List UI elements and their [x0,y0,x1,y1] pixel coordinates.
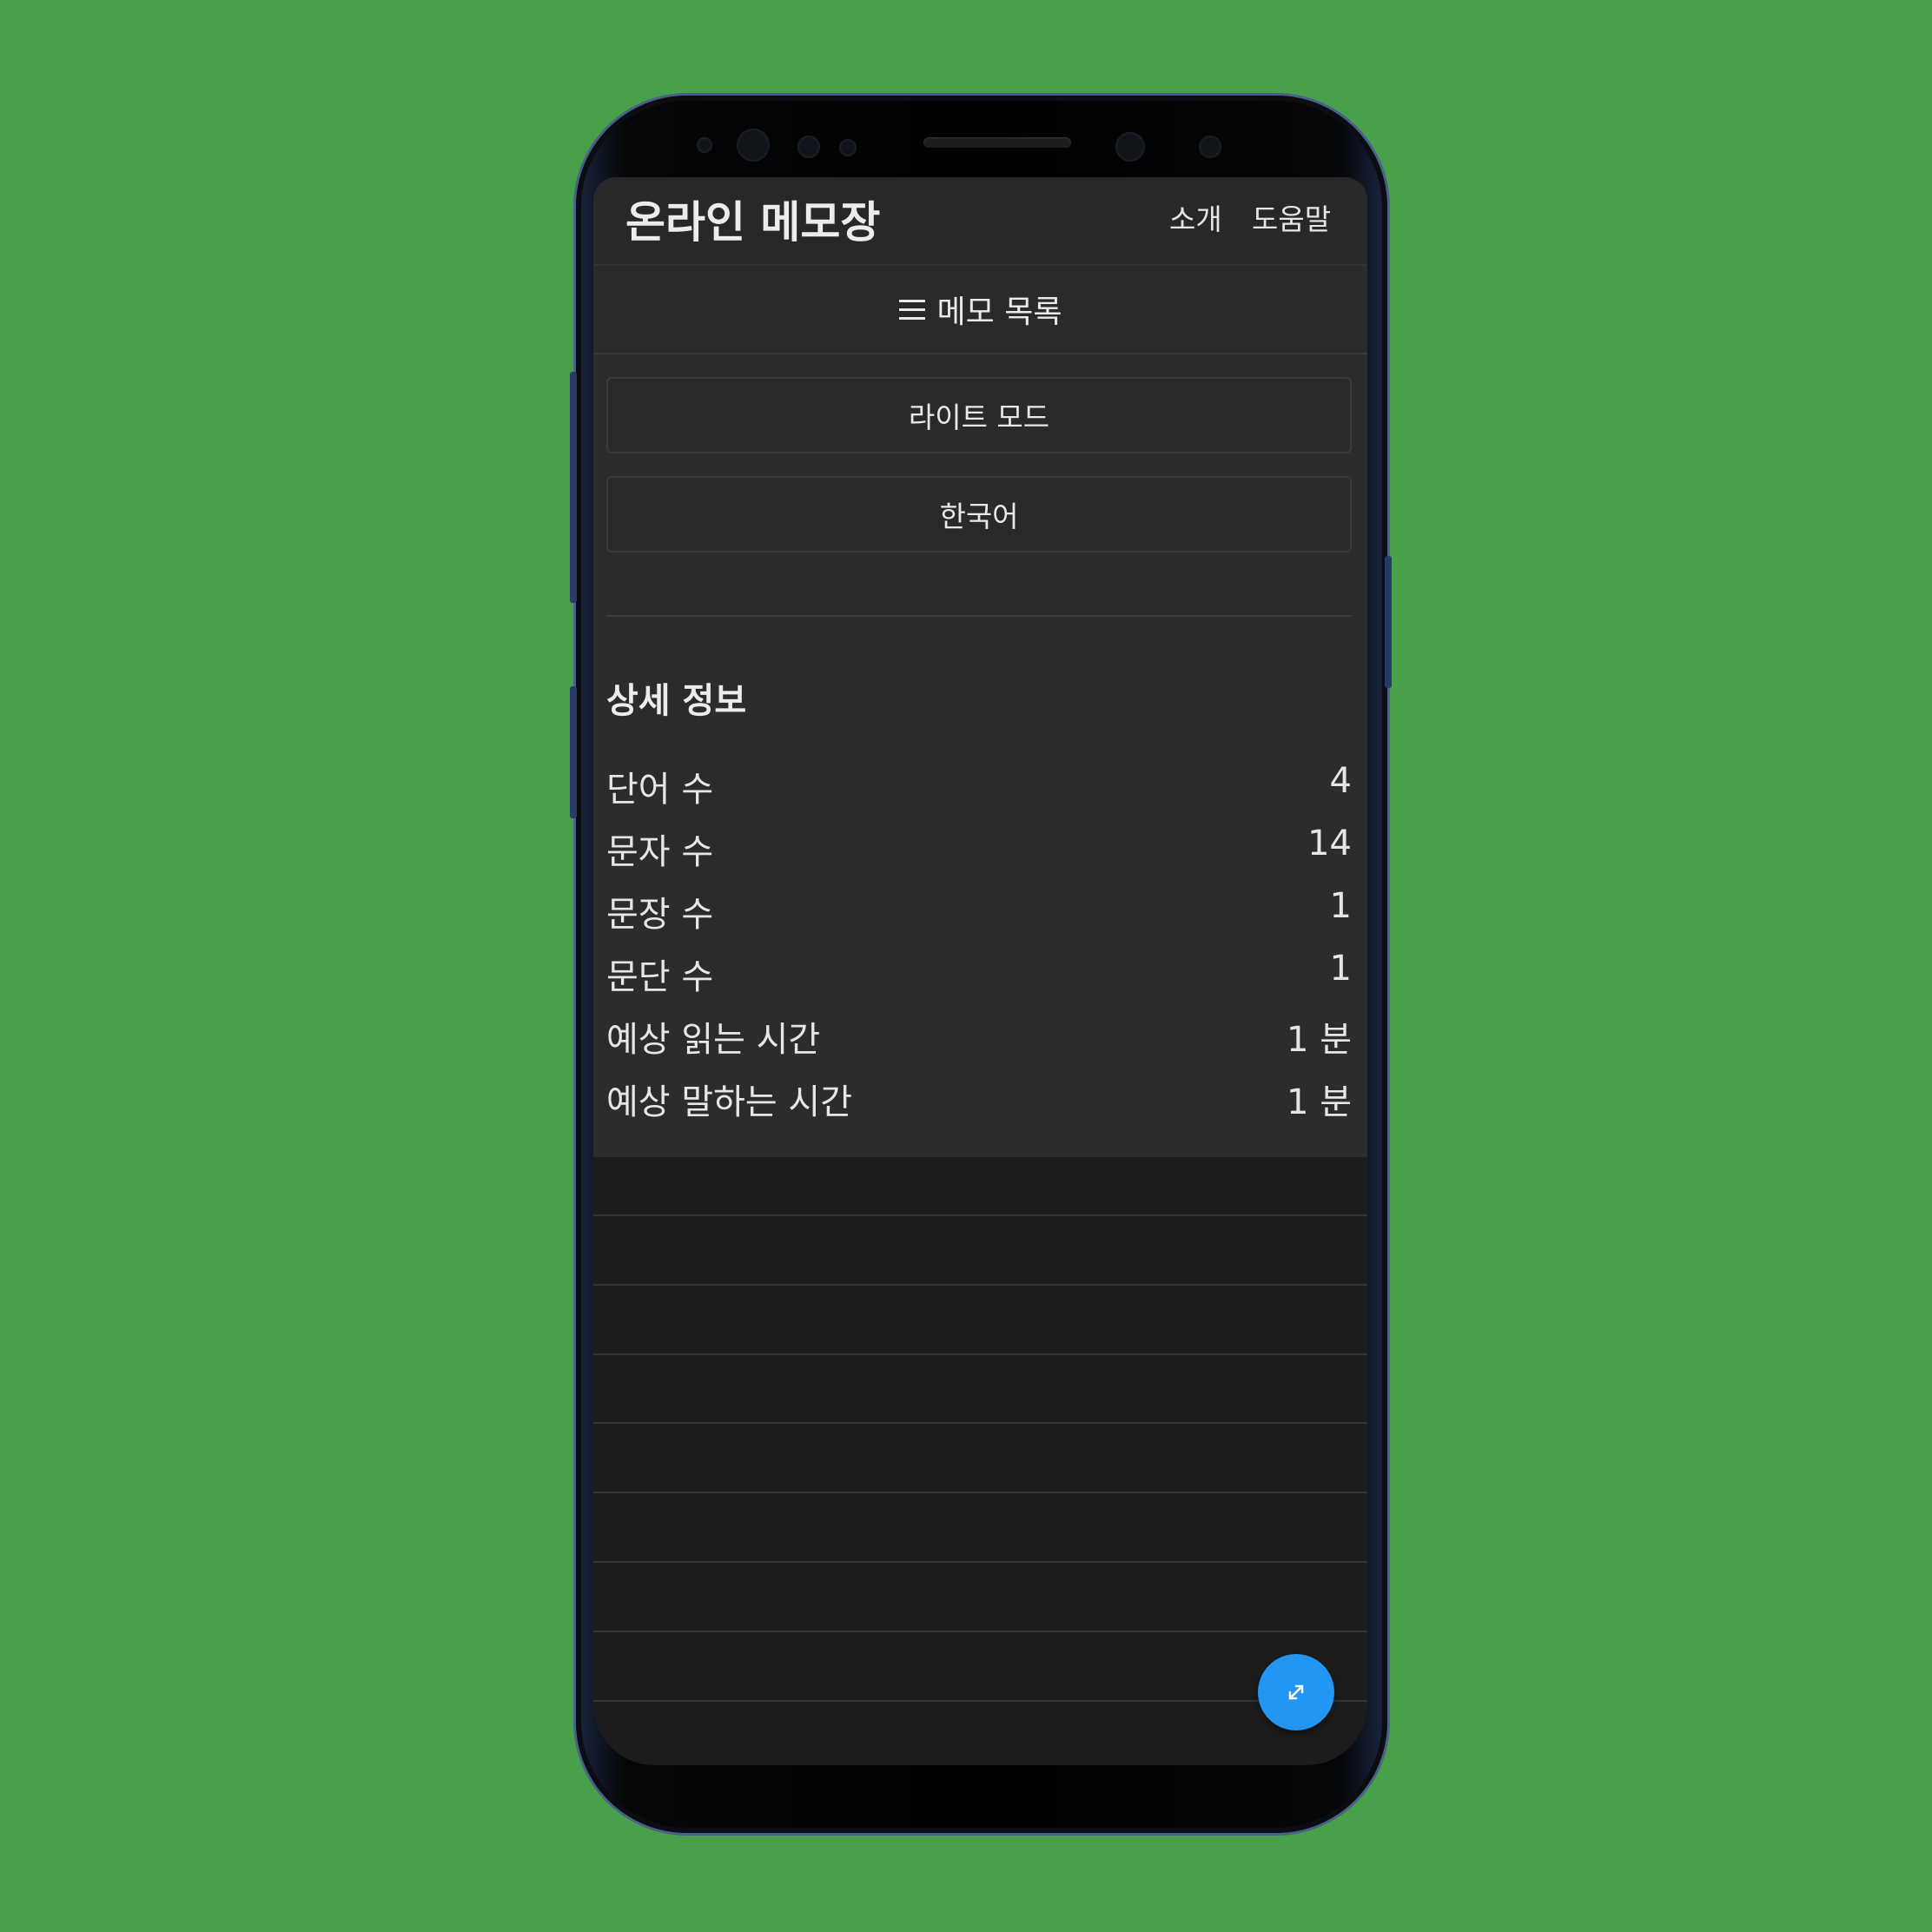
nav-help-link[interactable]: 도움말 [1252,196,1331,238]
expand-arrows-icon [1288,1684,1304,1700]
stat-row-paragraphs: 문단 수 1 [606,949,1352,1001]
nav-about-link[interactable]: 소개 [1169,196,1222,238]
front-camera [1115,132,1145,162]
ruled-line [593,1561,1367,1563]
divider [606,615,1352,617]
side-panel: 라이트 모드 한국어 상세 정보 단어 수 4 문자 수 14 문장 수 1 문… [593,354,1367,1157]
fullscreen-button[interactable] [1258,1654,1334,1730]
stat-value: 1 분 [1287,1020,1352,1060]
ruled-line [593,1492,1367,1493]
language-select-button[interactable]: 한국어 [606,476,1352,552]
bixby-button [570,686,577,818]
ruled-line [593,1353,1367,1355]
iris-sensor [737,129,770,162]
proximity-sensor [697,137,712,153]
stat-label: 단어 수 [606,770,714,810]
iris-camera [1199,136,1221,158]
stat-value: 1 [1329,949,1352,989]
stat-value: 1 [1329,886,1352,926]
app-title: 온라인 메모장 [625,197,881,248]
app-screen: 온라인 메모장 소개 도움말 메모 목록 라이트 모드 한국어 상세 정보 단어… [593,177,1367,1765]
power-button [1385,556,1392,688]
stat-row-reading-time: 예상 읽는 시간 1 분 [606,1011,1352,1063]
memo-list-toggle[interactable]: 메모 목록 [593,266,1367,354]
ruled-line [593,1700,1367,1702]
ruled-line [593,1422,1367,1424]
light-sensor [797,136,820,158]
memo-list-label: 메모 목록 [936,294,1062,330]
stat-row-speaking-time: 예상 말하는 시간 1 분 [606,1074,1352,1126]
app-header: 온라인 메모장 소개 도움말 [593,177,1367,266]
ruled-line [593,1284,1367,1286]
hamburger-menu-icon [898,296,925,322]
stat-label: 예상 말하는 시간 [606,1082,853,1122]
stat-value: 4 [1329,761,1352,801]
details-title: 상세 정보 [606,681,747,721]
stat-label: 문자 수 [606,832,714,872]
volume-button [570,372,577,603]
ruled-line [593,1214,1367,1216]
stat-label: 문장 수 [606,895,714,935]
stat-row-sentences: 문장 수 1 [606,886,1352,938]
led-sensor [839,139,857,156]
earpiece-speaker [923,137,1071,148]
stat-label: 문단 수 [606,957,714,997]
stat-row-words: 단어 수 4 [606,761,1352,813]
stat-value: 1 분 [1287,1082,1352,1122]
stat-row-characters: 문자 수 14 [606,824,1352,876]
theme-toggle-button[interactable]: 라이트 모드 [606,377,1352,453]
memo-editor[interactable] [593,1157,1367,1765]
ruled-line [593,1631,1367,1632]
stat-label: 예상 읽는 시간 [606,1020,821,1060]
stat-value: 14 [1307,824,1352,863]
